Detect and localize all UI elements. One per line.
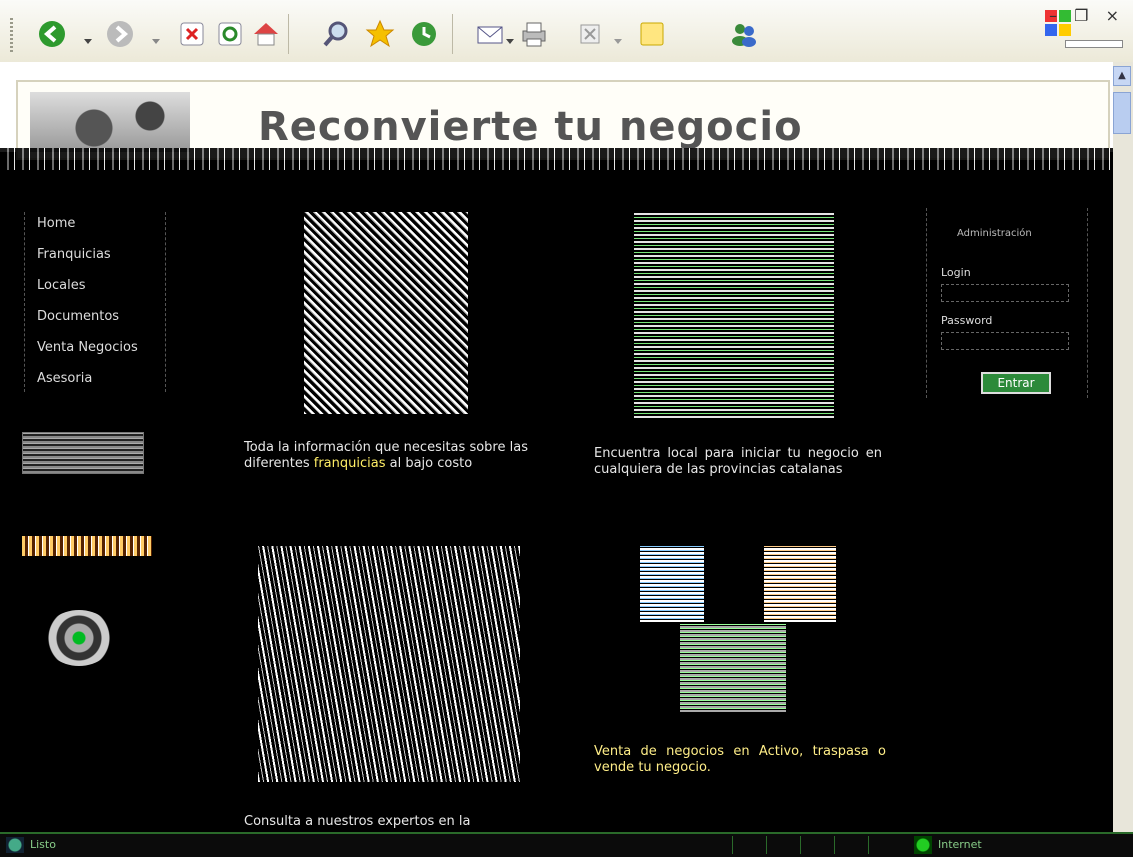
notes-icon[interactable]	[636, 18, 668, 50]
vertical-scrollbar[interactable]: ▲	[1113, 62, 1133, 832]
toolbar-separator	[288, 14, 289, 54]
login-label: Login	[941, 266, 971, 279]
security-zone-label: Internet	[938, 838, 982, 851]
header-divider	[0, 148, 1133, 170]
mail-icon[interactable]	[474, 18, 506, 50]
asesoria-description: Consulta a nuestros expertos en la	[244, 814, 471, 829]
status-bar: Listo Internet	[0, 832, 1133, 857]
status-text: Listo	[30, 838, 56, 851]
side-banner[interactable]	[22, 432, 144, 474]
messenger-icon[interactable]	[728, 18, 760, 50]
scroll-thumb[interactable]	[1113, 92, 1131, 134]
search-icon[interactable]	[320, 18, 352, 50]
forward-dropdown-icon[interactable]	[152, 30, 160, 44]
status-cell	[834, 836, 867, 854]
status-cell	[868, 836, 901, 854]
main-nav: Home Franquicias Locales Documentos Vent…	[24, 212, 166, 392]
login-button[interactable]: Entrar	[981, 372, 1051, 394]
status-cell	[766, 836, 799, 854]
side-banner-logo[interactable]	[22, 536, 152, 556]
back-dropdown-icon[interactable]	[84, 30, 92, 44]
toolbar-grip[interactable]	[10, 18, 13, 52]
login-title: Administración	[957, 228, 1032, 239]
nav-item-asesoria[interactable]: Asesoria	[25, 367, 165, 398]
locales-image[interactable]	[634, 212, 834, 418]
back-icon[interactable]	[36, 18, 68, 50]
nav-item-franquicias[interactable]: Franquicias	[25, 243, 165, 274]
header-photo	[30, 92, 190, 152]
page-viewport: Reconvierte tu negocio ▲ Home Franquicia…	[0, 62, 1133, 832]
login-input[interactable]	[941, 284, 1069, 302]
internet-zone-icon	[914, 836, 932, 854]
browser-toolbar: – ❐ ×	[0, 0, 1133, 63]
edit-dropdown-icon[interactable]	[614, 30, 622, 44]
favorites-icon[interactable]	[364, 18, 396, 50]
forward-icon[interactable]	[104, 18, 136, 50]
franquicias-text-end: al bajo costo	[385, 456, 473, 471]
negocio-image[interactable]	[764, 546, 836, 622]
home-icon[interactable]	[250, 18, 282, 50]
franquicias-image[interactable]	[304, 212, 468, 414]
edit-icon[interactable]	[574, 18, 606, 50]
password-label: Password	[941, 314, 993, 327]
page-status-icon	[6, 837, 24, 853]
login-panel: Administración Login Password Entrar	[926, 208, 1088, 398]
nav-item-documentos[interactable]: Documentos	[25, 305, 165, 336]
negocio-image[interactable]	[640, 546, 704, 622]
franquicias-description: Toda la información que necesitas sobre …	[244, 440, 528, 472]
status-cell	[732, 836, 765, 854]
side-badge-logo[interactable]	[44, 610, 114, 666]
history-icon[interactable]	[408, 18, 440, 50]
site-title: Reconvierte tu negocio	[258, 104, 803, 150]
status-cell	[800, 836, 833, 854]
throbber-bar	[1065, 40, 1123, 48]
negocio-image[interactable]	[680, 624, 786, 712]
venta-negocios-description: Venta de negocios en Activo, traspasa o …	[594, 744, 886, 775]
locales-description: Encuentra local para iniciar tu negocio …	[594, 446, 882, 477]
password-input[interactable]	[941, 332, 1069, 350]
scroll-up-icon[interactable]: ▲	[1113, 66, 1131, 86]
window-controls[interactable]: – ❐ ×	[1049, 6, 1125, 25]
stop-icon[interactable]	[176, 18, 208, 50]
toolbar-separator	[452, 14, 453, 54]
franquicias-link[interactable]: franquicias	[314, 456, 386, 471]
mail-dropdown-icon[interactable]	[506, 30, 514, 44]
nav-item-venta-negocios[interactable]: Venta Negocios	[25, 336, 165, 367]
nav-item-home[interactable]: Home	[25, 212, 165, 243]
nav-item-locales[interactable]: Locales	[25, 274, 165, 305]
print-icon[interactable]	[518, 18, 550, 50]
asesoria-image[interactable]	[258, 546, 520, 782]
refresh-icon[interactable]	[214, 18, 246, 50]
